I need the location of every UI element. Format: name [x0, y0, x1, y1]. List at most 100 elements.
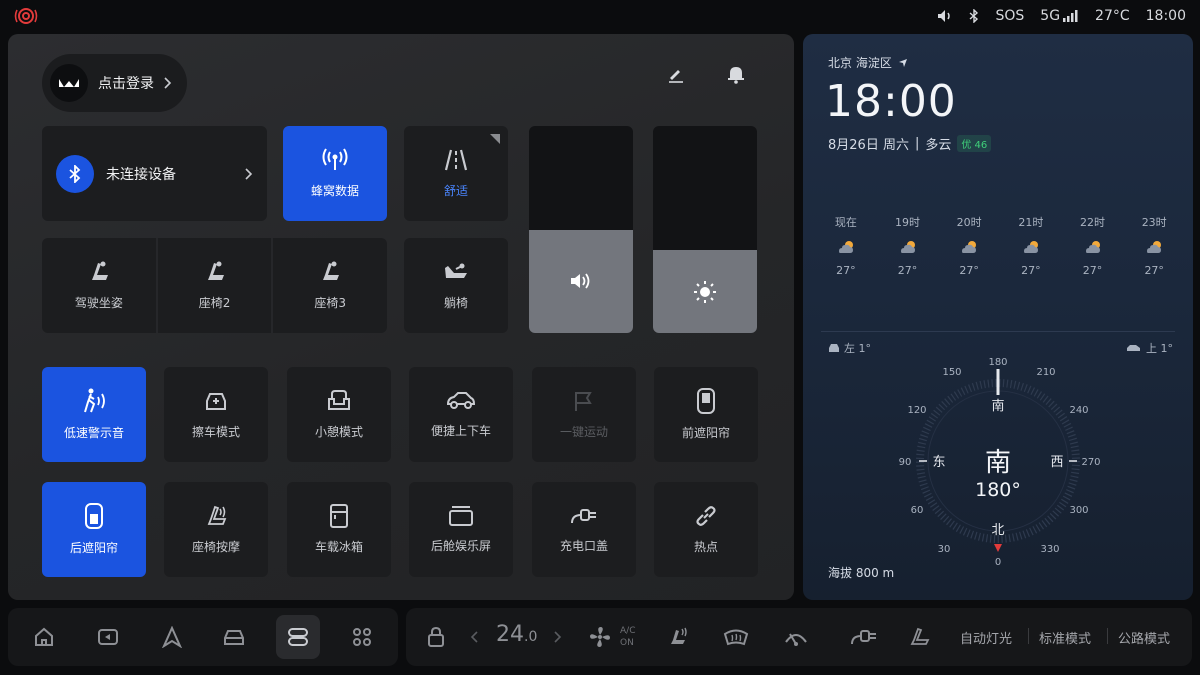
- hour-temp: 27°: [897, 264, 918, 277]
- tick-label: 330: [1040, 544, 1059, 555]
- control-center-button[interactable]: [276, 615, 320, 659]
- tile-label: 充电口盖: [559, 539, 608, 553]
- wiper-button[interactable]: [774, 615, 818, 659]
- temperature-readout: 24.0: [496, 622, 538, 647]
- dock-divider: [1028, 628, 1029, 644]
- car-wash-icon: [203, 389, 229, 413]
- tile-label: 擦车模式: [191, 425, 240, 439]
- recliner-tile[interactable]: 躺椅: [404, 238, 508, 333]
- seat-driver-button[interactable]: 驾驶坐姿: [42, 238, 156, 333]
- notification-bell-icon[interactable]: [724, 62, 748, 86]
- sos-label[interactable]: SOS: [995, 8, 1024, 24]
- media-button[interactable]: [86, 615, 130, 659]
- brightness-slider[interactable]: [653, 126, 757, 333]
- tick-label: 300: [1069, 505, 1088, 516]
- partly-cloudy-icon: [1085, 241, 1100, 253]
- hour-item: 现在 27°: [815, 214, 877, 277]
- auto-light-button[interactable]: 自动灯光: [960, 628, 1012, 647]
- standard-mode-button[interactable]: 标准模式: [1039, 628, 1091, 647]
- signal-icon: [1063, 10, 1078, 22]
- volume-slider[interactable]: [529, 126, 633, 333]
- sunshade-icon: [696, 388, 716, 414]
- tick-label: 90: [899, 457, 912, 468]
- seat-label: 座椅2: [198, 296, 231, 310]
- seat-2-button[interactable]: 座椅2: [155, 238, 272, 333]
- partly-cloudy-icon: [1147, 241, 1162, 253]
- charging-plug-icon: [851, 630, 876, 645]
- defrost-button[interactable]: [714, 615, 758, 659]
- sunshade-icon: [84, 503, 104, 529]
- hour-temp: 27°: [1144, 264, 1164, 277]
- login-button[interactable]: 点击登录: [42, 54, 187, 112]
- vehicle-button[interactable]: [212, 615, 256, 659]
- ac-status[interactable]: A/C ON: [620, 625, 635, 649]
- tile-label: 后舱娱乐屏: [430, 539, 491, 553]
- bluetooth-icon: [56, 154, 94, 193]
- car-fridge-tile[interactable]: 车载冰箱: [287, 482, 391, 577]
- tick-label: 150: [942, 367, 961, 378]
- login-label: 点击登录: [98, 76, 154, 92]
- road-icon: [443, 148, 469, 172]
- tick-label: 240: [1069, 405, 1088, 416]
- seat-massage-tile[interactable]: 座椅按摩: [164, 482, 268, 577]
- chevron-right-icon: [554, 631, 562, 643]
- navigation-button[interactable]: [150, 615, 194, 659]
- car-side-small-icon: [1127, 345, 1140, 351]
- status-right: SOS 5G 27°C 18:00: [937, 0, 1186, 32]
- network-status: 5G: [1040, 8, 1079, 24]
- tire-warning-icon: [14, 6, 38, 26]
- hotspot-tile[interactable]: 热点: [654, 482, 758, 577]
- charge-port-cover-tile[interactable]: 充电口盖: [532, 482, 636, 577]
- hour-temp: 27°: [1021, 264, 1041, 277]
- weather-panel[interactable]: 北京 海淀区 18:00 8月26日 周六 | 多云 优 46 现在 27° 19…: [803, 34, 1193, 600]
- home-icon: [35, 627, 53, 646]
- rear-sunshade-toggle[interactable]: 后遮阳帘: [42, 482, 146, 577]
- tick-label: 180: [988, 357, 1007, 368]
- temp-up-button[interactable]: [546, 615, 570, 659]
- fridge-icon: [329, 504, 349, 528]
- chevron-right-icon: [245, 167, 253, 180]
- easy-entry-tile[interactable]: 便捷上下车: [409, 367, 513, 462]
- compass-heading: 180°: [975, 479, 1021, 501]
- front-sunshade-tile[interactable]: 前遮阳帘: [654, 367, 758, 462]
- lock-button[interactable]: [414, 615, 458, 659]
- charging-plug-icon: [569, 505, 599, 527]
- fan-button[interactable]: [578, 615, 622, 659]
- ac-state: ON: [620, 638, 634, 648]
- car-wash-mode-tile[interactable]: 擦车模式: [164, 367, 268, 462]
- cardinal-west-label: 西: [1050, 455, 1063, 470]
- roll-indicator: 左 1°: [828, 340, 871, 356]
- divider: [821, 331, 1175, 332]
- charge-port-button[interactable]: [842, 615, 886, 659]
- seat-recline-button[interactable]: [898, 615, 942, 659]
- volume-icon-wrap: [529, 230, 633, 334]
- tick-label: 30: [938, 544, 951, 555]
- wiper-icon: [785, 633, 807, 646]
- seat-3-button[interactable]: 座椅3: [271, 238, 387, 333]
- lock-icon: [428, 626, 444, 647]
- tile-label: 座椅按摩: [191, 540, 240, 554]
- apps-button[interactable]: [340, 615, 384, 659]
- home-button[interactable]: [22, 615, 66, 659]
- edit-icon[interactable]: [664, 62, 688, 86]
- speaker-icon[interactable]: [937, 9, 953, 23]
- rear-entertainment-screen-tile[interactable]: 后舱娱乐屏: [409, 482, 513, 577]
- seat-heat-button[interactable]: [656, 615, 700, 659]
- tick-label: 60: [911, 505, 924, 516]
- bluetooth-icon[interactable]: [969, 9, 979, 23]
- sport-mode-tile: 一键运动: [532, 367, 636, 462]
- low-speed-alert-toggle[interactable]: 低速警示音: [42, 367, 146, 462]
- tile-label: 低速警示音: [63, 426, 124, 440]
- nap-mode-tile[interactable]: 小憩模式: [287, 367, 391, 462]
- network-label: 5G: [1040, 8, 1061, 24]
- climate-dock: 24.0 A/C ON 自动灯光 标准模式 公路模式: [406, 608, 1192, 666]
- tile-label: 前遮阳帘: [681, 426, 730, 440]
- compass: 180 210 240 270 300 330 0 30 60 90 120 1…: [899, 357, 1101, 568]
- road-mode-button[interactable]: 公路模式: [1118, 628, 1170, 647]
- temp-down-button[interactable]: [462, 615, 486, 659]
- suspension-comfort-tile[interactable]: 舒适: [404, 126, 508, 221]
- cellular-data-toggle[interactable]: 蜂窝数据: [283, 126, 387, 221]
- grid-icon: [353, 628, 371, 646]
- tick-label: 120: [907, 405, 926, 416]
- bluetooth-tile[interactable]: 未连接设备: [42, 126, 267, 221]
